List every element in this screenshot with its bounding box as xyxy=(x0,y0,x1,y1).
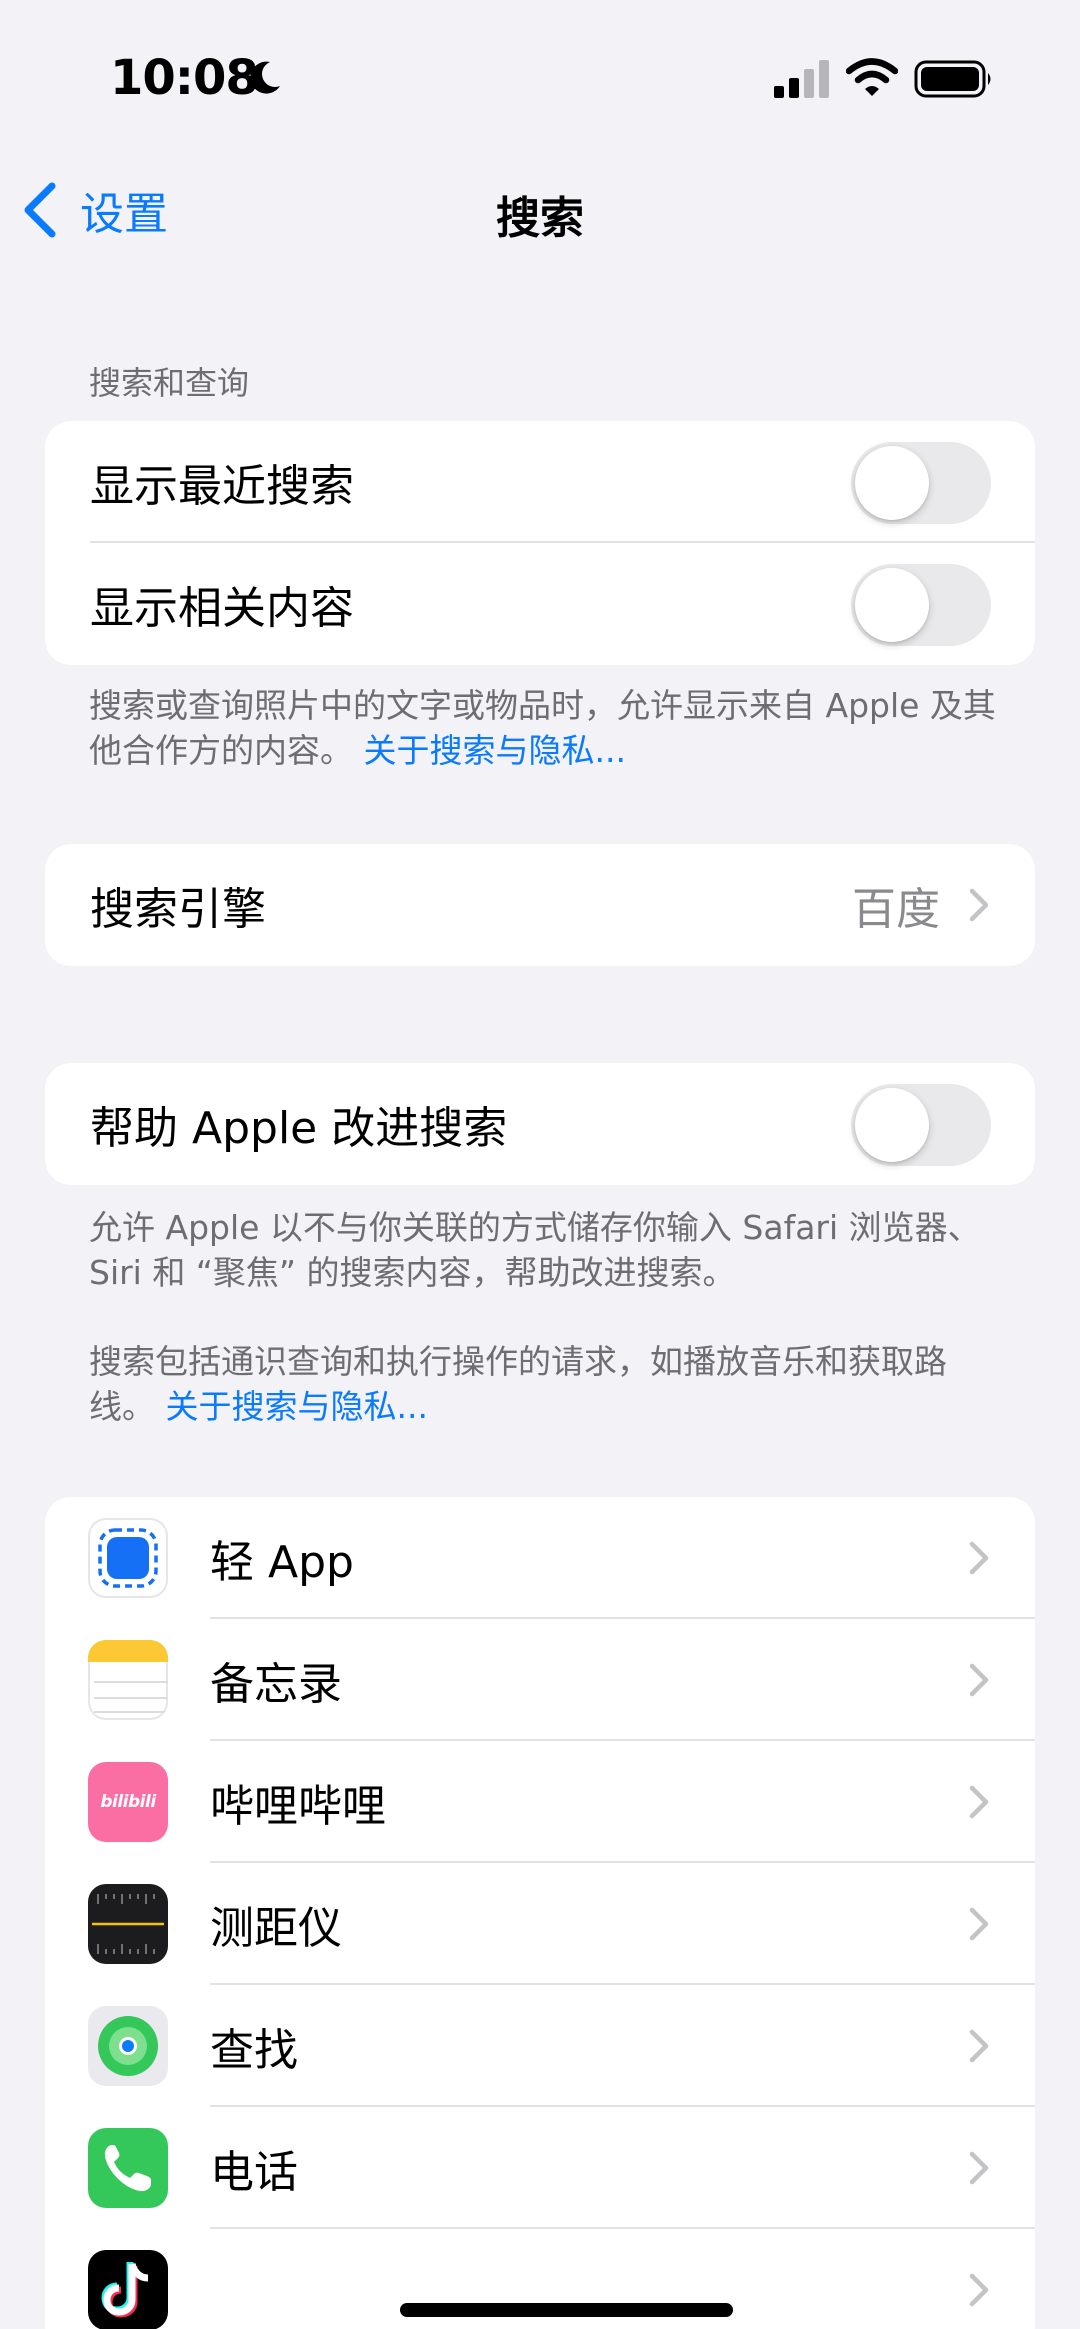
notes-icon xyxy=(88,1640,168,1720)
page-title: 搜索 xyxy=(496,193,584,244)
chevron-right-icon xyxy=(969,1907,989,1941)
improve-footer-note-1: 允许 Apple 以不与你关联的方式储存你输入 Safari 浏览器、Siri … xyxy=(89,1205,1009,1295)
row-help-improve-search: 帮助 Apple 改进搜索 xyxy=(45,1063,1035,1185)
row-label: 帮助 Apple 改进搜索 xyxy=(90,1103,508,1154)
row-label: 轻 App xyxy=(210,1537,354,1588)
app-clip-icon xyxy=(88,1518,168,1598)
list-item-notes[interactable]: 备忘录 xyxy=(45,1619,1035,1741)
chevron-right-icon xyxy=(969,1663,989,1697)
search-footer-note: 搜索或查询照片中的文字或物品时，允许显示来自 Apple 及其他合作方的内容。 … xyxy=(89,683,1009,773)
chevron-right-icon xyxy=(969,1541,989,1575)
bilibili-icon: bilibili xyxy=(88,1762,168,1842)
search-engine-card: 搜索引擎 百度 xyxy=(45,844,1035,966)
row-label: 测距仪 xyxy=(210,1903,342,1954)
measure-icon xyxy=(88,1884,168,1964)
moon-icon xyxy=(250,61,280,94)
row-label: 电话 xyxy=(210,2147,298,2198)
list-item-measure[interactable]: 测距仪 xyxy=(45,1863,1035,1985)
section-header-search: 搜索和查询 xyxy=(89,364,250,402)
tiktok-icon xyxy=(88,2250,168,2329)
list-item-app-clips[interactable]: 轻 App xyxy=(45,1497,1035,1619)
phone-icon xyxy=(88,2128,168,2208)
navigation-bar: 设置 搜索 xyxy=(0,160,1080,260)
toggle-knob xyxy=(855,446,929,520)
improve-privacy-link[interactable]: 关于搜索与隐私... xyxy=(166,1387,428,1426)
chevron-right-icon xyxy=(969,2273,989,2307)
home-indicator[interactable] xyxy=(400,2303,733,2317)
wifi-icon xyxy=(846,58,898,96)
list-item-bilibili[interactable]: bilibili 哔哩哔哩 xyxy=(45,1741,1035,1863)
row-label: 哔哩哔哩 xyxy=(210,1781,386,1832)
chevron-right-icon xyxy=(969,2029,989,2063)
improve-footer-text-1: 允许 Apple 以不与你关联的方式储存你输入 Safari 浏览器、Siri … xyxy=(89,1208,981,1292)
row-label: 显示相关内容 xyxy=(90,583,354,634)
show-recent-searches-toggle[interactable] xyxy=(851,442,991,524)
cellular-signal-icon xyxy=(774,60,829,98)
list-item-find-my[interactable]: 查找 xyxy=(45,1985,1035,2107)
list-item-phone[interactable]: 电话 xyxy=(45,2107,1035,2229)
improve-footer-note-2: 搜索包括通识查询和执行操作的请求，如播放音乐和获取路线。 关于搜索与隐私... xyxy=(89,1339,1009,1429)
chevron-right-icon xyxy=(969,2151,989,2185)
toggle-knob xyxy=(855,568,929,642)
row-label: 查找 xyxy=(210,2025,298,2076)
bilibili-logo-text: bilibili xyxy=(100,1792,156,1812)
row-show-related-content: 显示相关内容 xyxy=(45,543,1035,665)
row-label: 备忘录 xyxy=(210,1659,342,1710)
status-bar: 10:08 xyxy=(0,0,1080,150)
help-improve-search-toggle[interactable] xyxy=(851,1084,991,1166)
chevron-right-icon xyxy=(969,888,989,922)
improve-search-card: 帮助 Apple 改进搜索 xyxy=(45,1063,1035,1185)
apps-list-card: 轻 App 备忘录 bilibili 哔哩哔哩 测距仪 查找 电话 xyxy=(45,1497,1035,2329)
search-settings-screen: 10:08 设置 搜索 搜索和查询 显示最近搜索 显示相关内容 搜索或查询照片中… xyxy=(0,0,1080,2329)
chevron-right-icon xyxy=(969,1785,989,1819)
row-show-recent-searches: 显示最近搜索 xyxy=(45,421,1035,543)
toggle-knob xyxy=(855,1088,929,1162)
search-engine-value: 百度 xyxy=(852,884,940,935)
find-my-icon xyxy=(88,2006,168,2086)
battery-icon xyxy=(914,60,991,98)
search-options-card: 显示最近搜索 显示相关内容 xyxy=(45,421,1035,665)
status-time: 10:08 xyxy=(110,50,259,106)
show-related-content-toggle[interactable] xyxy=(851,564,991,646)
row-label: 搜索引擎 xyxy=(90,884,266,935)
row-search-engine[interactable]: 搜索引擎 百度 xyxy=(45,844,1035,966)
row-label: 显示最近搜索 xyxy=(90,461,354,512)
search-privacy-link[interactable]: 关于搜索与隐私... xyxy=(364,731,626,770)
